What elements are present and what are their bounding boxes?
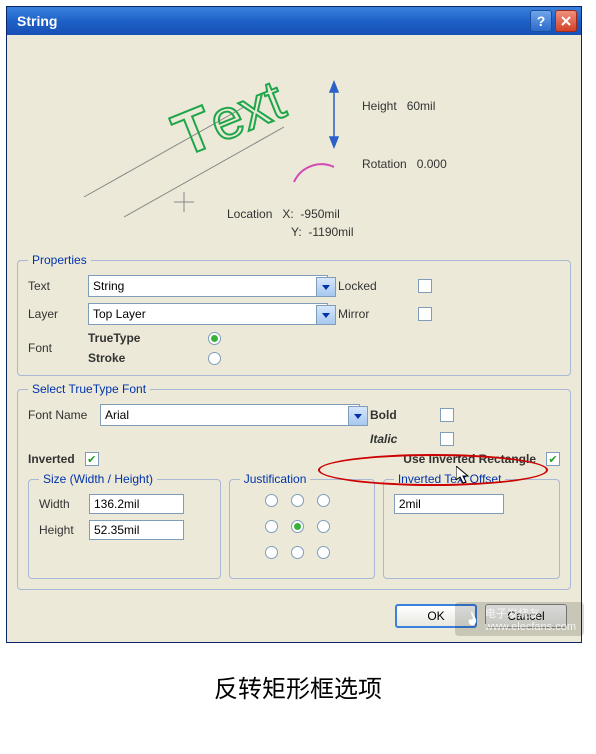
size-width-input[interactable] bbox=[89, 494, 184, 514]
use-inverted-rectangle-checkbox[interactable]: ✔ bbox=[546, 452, 560, 466]
justify-tr[interactable] bbox=[317, 494, 330, 507]
justify-tl[interactable] bbox=[265, 494, 278, 507]
font-label: Font bbox=[28, 341, 88, 355]
locked-label: Locked bbox=[338, 279, 418, 293]
size-legend: Size (Width / Height) bbox=[39, 472, 157, 486]
preview-area: T ext Height 60mil bbox=[17, 47, 571, 247]
location-x-label: X: bbox=[282, 207, 293, 221]
justify-tc[interactable] bbox=[291, 494, 304, 507]
fontname-label: Font Name bbox=[28, 408, 100, 422]
truetype-legend: Select TrueType Font bbox=[28, 382, 150, 396]
truetype-radio[interactable] bbox=[208, 332, 221, 345]
offset-legend: Inverted Text Offset bbox=[394, 472, 506, 486]
layer-label: Layer bbox=[28, 307, 88, 321]
size-group: Size (Width / Height) Width Height bbox=[28, 472, 221, 579]
mirror-checkbox[interactable] bbox=[418, 307, 432, 321]
properties-legend: Properties bbox=[28, 253, 91, 267]
justify-mc[interactable] bbox=[291, 520, 304, 533]
string-dialog: String ? T ext bbox=[6, 6, 582, 643]
offset-input[interactable] bbox=[394, 494, 504, 514]
size-width-label: Width bbox=[39, 497, 89, 511]
text-label: Text bbox=[28, 279, 88, 293]
rotation-value[interactable]: 0.000 bbox=[417, 157, 447, 171]
location-y-value[interactable]: -1190mil bbox=[308, 225, 353, 239]
location-x-value[interactable]: -950mil bbox=[300, 207, 339, 221]
justify-ml[interactable] bbox=[265, 520, 278, 533]
mirror-label: Mirror bbox=[338, 307, 418, 321]
watermark-brand: 电子发烧友 bbox=[485, 608, 540, 620]
inverted-checkbox[interactable]: ✔ bbox=[85, 452, 99, 466]
offset-group: Inverted Text Offset bbox=[383, 472, 560, 579]
inverted-label: Inverted bbox=[28, 452, 75, 466]
italic-label: Italic bbox=[370, 432, 440, 446]
height-value[interactable]: 60mil bbox=[407, 99, 436, 113]
location-label: Location bbox=[227, 207, 272, 221]
stroke-label: Stroke bbox=[88, 351, 208, 365]
truetype-group: Select TrueType Font Font Name Bold Ital… bbox=[17, 382, 571, 590]
italic-checkbox[interactable] bbox=[440, 432, 454, 446]
justify-bl[interactable] bbox=[265, 546, 278, 559]
properties-group: Properties Text Locked Layer Mirror Font… bbox=[17, 253, 571, 376]
fontname-combo[interactable] bbox=[100, 404, 360, 426]
truetype-label: TrueType bbox=[88, 331, 208, 345]
justify-mr[interactable] bbox=[317, 520, 330, 533]
use-inverted-rectangle-label: Use Inverted Rectangle bbox=[403, 452, 536, 466]
watermark-url: www.elecfans.com bbox=[485, 621, 576, 633]
bold-label: Bold bbox=[370, 408, 440, 422]
flame-icon bbox=[463, 610, 481, 628]
bold-checkbox[interactable] bbox=[440, 408, 454, 422]
justify-bc[interactable] bbox=[291, 546, 304, 559]
help-button[interactable]: ? bbox=[530, 10, 552, 32]
watermark: 电子发烧友 www.elecfans.com bbox=[455, 602, 584, 636]
layer-combo[interactable] bbox=[88, 303, 328, 325]
caption: 反转矩形框选项 bbox=[0, 649, 596, 714]
height-label: Height bbox=[362, 99, 397, 113]
window-title: String bbox=[11, 13, 530, 29]
location-y-label: Y: bbox=[291, 225, 302, 239]
justification-legend: Justification bbox=[240, 472, 311, 486]
close-button[interactable] bbox=[555, 10, 577, 32]
stroke-radio[interactable] bbox=[208, 352, 221, 365]
titlebar: String ? bbox=[7, 7, 581, 35]
justify-br[interactable] bbox=[317, 546, 330, 559]
rotation-label: Rotation bbox=[362, 157, 407, 171]
locked-checkbox[interactable] bbox=[418, 279, 432, 293]
size-height-input[interactable] bbox=[89, 520, 184, 540]
size-height-label: Height bbox=[39, 523, 89, 537]
justification-group: Justification bbox=[229, 472, 375, 579]
text-combo[interactable] bbox=[88, 275, 328, 297]
